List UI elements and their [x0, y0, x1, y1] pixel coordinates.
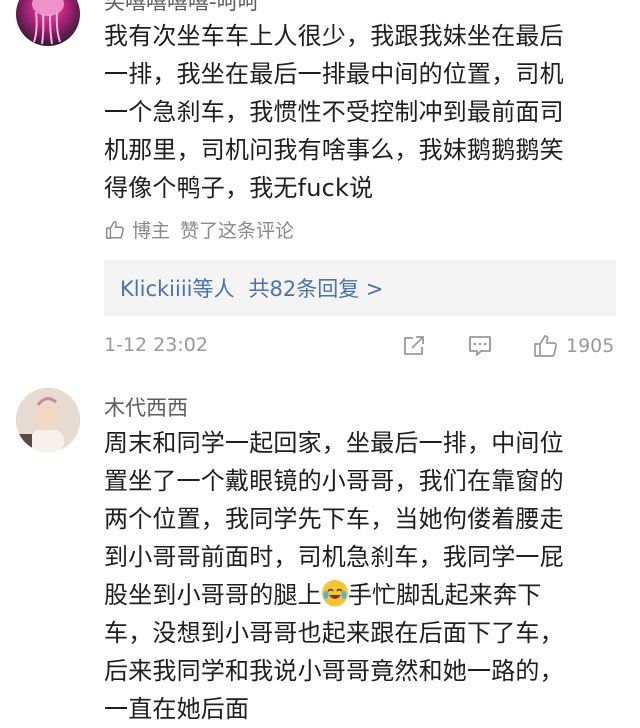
comment-username[interactable]: 木代西西: [104, 392, 188, 422]
comment-body: 我有次坐车车上人很少，我跟我妹坐在最后 一排，我坐在最后一排最中间的位置，司机 …: [104, 22, 564, 202]
avatar[interactable]: [16, 388, 80, 452]
comment-meta: 1-12 23:02 1905: [104, 330, 616, 366]
author-liked-row: 博主 赞了这条评论: [104, 216, 294, 243]
timestamp: 1-12 23:02: [104, 334, 208, 356]
comment-button[interactable]: [466, 332, 494, 360]
comment-body: 周末和同学一起回家，坐最后一排，中间位 置坐了一个戴眼镜的小哥哥，我们在靠窗的 …: [104, 424, 604, 728]
share-icon: [404, 336, 424, 355]
liked-by-text: 赞了这条评论: [180, 220, 295, 242]
share-button[interactable]: [400, 332, 428, 360]
thumbs-up-icon: [106, 220, 124, 239]
baby-photo-icon: [16, 388, 80, 452]
replies-box[interactable]: Klickiiii等人 共82条回复 >: [104, 260, 616, 316]
reply-users[interactable]: Klickiiii等人: [120, 273, 235, 303]
jellyfish-icon: [32, 0, 64, 45]
liked-by-role[interactable]: 博主: [132, 216, 170, 243]
thumbs-up-icon: [534, 335, 557, 357]
avatar[interactable]: [16, 0, 80, 46]
view-replies-link[interactable]: 共82条回复 >: [249, 273, 384, 303]
like-button[interactable]: 1905: [532, 332, 614, 360]
comment-username[interactable]: 笑嘻嘻嘻嘻-呵呵: [104, 0, 259, 16]
laughing-crying-emoji-icon: [321, 580, 348, 607]
comment-icon: [469, 336, 491, 356]
like-count: 1905: [566, 335, 615, 357]
